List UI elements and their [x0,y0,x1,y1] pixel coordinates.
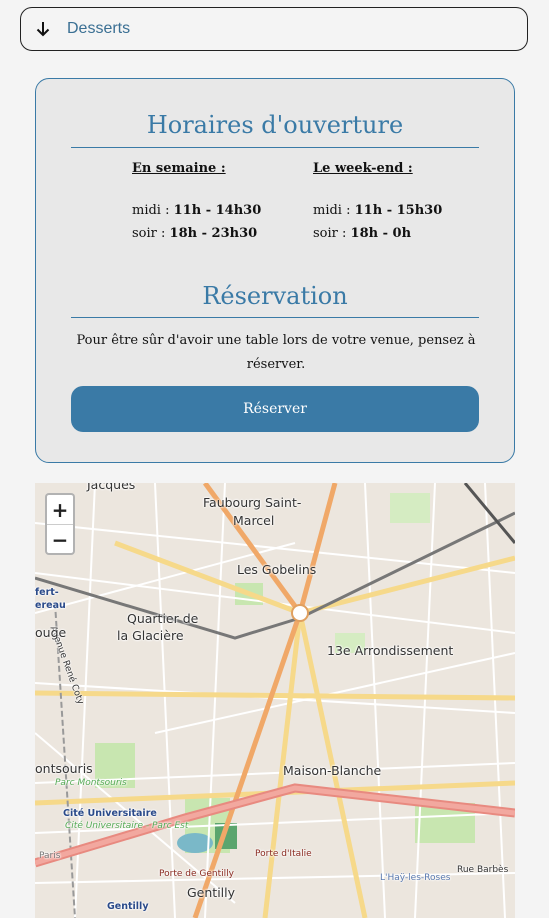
map-label-gentilly-station: Gentilly [107,901,149,912]
weekday-hours: En semaine : midi : 11h - 14h30 soir : 1… [132,161,261,241]
zoom-control: + − [45,493,75,555]
map-label-cite-univ: Cité Universitaire [63,808,157,819]
map-label-arrondissement: 13e Arrondissement [327,643,454,658]
zoom-in-button[interactable]: + [47,495,73,524]
reservation-text: Pour être sûr d'avoir une table lors de … [76,333,476,372]
map-label-maison-blanche: Maison-Blanche [283,763,382,778]
map-label-faubourg: Faubourg Saint- [203,495,302,510]
accordion-label: Desserts [67,20,131,37]
weekend-midi-label: midi : [313,203,351,218]
weekend-midi-time: 11h - 15h30 [354,203,443,218]
map-label-montsouris: ontsouris [35,761,93,776]
map-label-hay-roses: L'Haÿ-les-Roses [380,873,451,883]
map-label-quartier: Quartier de [127,611,199,626]
map-view[interactable]: + − Jacques Faubourg Saint- Marcel Les G… [35,483,515,918]
map-label-glaciere: la Glacière [117,628,184,643]
weekend-soir-label: soir : [313,226,347,241]
weekend-heading: Le week-end : [313,161,413,176]
map-label-gentilly: Gentilly [187,885,236,900]
map-label-paris: Paris [39,851,61,861]
map-label-porte-italie: Porte d'Italie [255,849,312,859]
zoom-out-button[interactable]: − [47,525,73,554]
weekend-soir-time: 18h - 0h [350,226,412,241]
hours-divider [71,147,479,148]
desserts-accordion[interactable]: Desserts [20,7,528,51]
map-label-ouge: ouge [35,625,67,640]
weekday-midi-time: 11h - 14h30 [173,203,262,218]
info-card: Horaires d'ouverture En semaine : midi :… [35,78,515,463]
map-label-gobelins: Les Gobelins [237,562,317,577]
map-label-porte-gentilly: Porte de Gentilly [159,869,234,879]
weekday-soir-label: soir : [132,226,166,241]
weekday-midi-label: midi : [132,203,170,218]
hours-title: Horaires d'ouverture [146,111,404,139]
map-label-marcel: Marcel [233,513,275,528]
map-label-cite-univ-parc: Cité Universitaire - Parc Est [65,821,189,831]
arrow-down-icon [36,22,50,37]
weekday-heading: En semaine : [132,161,226,176]
reservation-divider [71,317,479,318]
reserve-button[interactable]: Réserver [71,386,479,432]
map-label-fert: fert- [35,587,59,598]
weekend-hours: Le week-end : midi : 11h - 15h30 soir : … [313,161,442,241]
reservation-title: Réservation [202,282,348,310]
map-label-ereau: ereau [35,600,66,611]
weekday-soir-time: 18h - 23h30 [169,226,258,241]
map-label-rue-barbes: Rue Barbès [457,865,509,875]
map-label-parc-montsouris: Parc Montsouris [55,778,127,788]
map-label-jacques: Jacques [87,483,136,492]
